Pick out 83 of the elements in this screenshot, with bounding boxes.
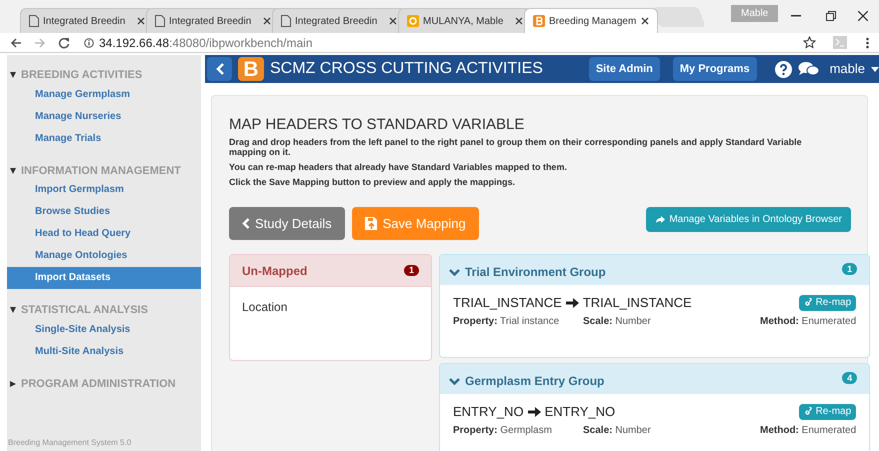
sidebar-link[interactable]: Multi-Site Analysis <box>7 340 201 362</box>
property-text: Scale: Number <box>583 424 652 438</box>
profile-badge[interactable]: Mable <box>731 5 778 22</box>
link-icon <box>804 407 813 416</box>
close-icon[interactable] <box>389 17 397 25</box>
property-text: Method: Enumerated <box>759 314 856 328</box>
sidebar-link[interactable]: Manage Ontologies <box>7 245 201 267</box>
back-icon[interactable] <box>10 36 22 48</box>
arrow-right-icon <box>528 406 541 417</box>
close-icon[interactable] <box>263 17 271 25</box>
share-arrow-icon <box>655 215 666 224</box>
property-text: Property: Trial instance <box>453 314 560 328</box>
close-icon[interactable] <box>641 17 649 25</box>
sidebar-link[interactable]: Manage Germplasm <box>7 84 201 106</box>
page-icon <box>29 15 39 27</box>
study-details-button[interactable]: Study Details <box>229 207 345 240</box>
help-icon[interactable] <box>774 60 792 78</box>
reload-icon[interactable] <box>58 36 70 48</box>
app-title: SCMZ CROSS CUTTING ACTIVITIES <box>270 59 543 79</box>
address-bar[interactable]: 34.192.66.48:48080/ibpworkbench/main <box>82 34 869 52</box>
chat-icon[interactable] <box>798 61 820 77</box>
count-badge: 1 <box>842 263 858 275</box>
menu-icon[interactable] <box>866 36 869 48</box>
group-panel-header[interactable]: Germplasm Entry Group 4 <box>440 364 870 394</box>
panel-title: Un-Mapped <box>242 262 308 280</box>
app-logo-icon <box>533 15 545 27</box>
header-name: ENTRY_NO <box>453 403 524 421</box>
property-text: Method: Enumerated <box>759 424 856 438</box>
section-heading[interactable]: BREEDING ACTIVITIES <box>21 67 142 84</box>
section-heading[interactable]: STATISTICAL ANALYSIS <box>21 302 148 318</box>
count-badge: 4 <box>842 372 858 384</box>
group-title: Trial Environment Group <box>465 264 606 281</box>
sidebar-link[interactable]: Import Datasets <box>7 267 201 289</box>
mail-icon <box>407 15 419 27</box>
close-icon[interactable] <box>515 17 523 25</box>
sidebar-link[interactable]: Single-Site Analysis <box>7 318 201 340</box>
remap-button[interactable]: Re-map <box>798 294 856 311</box>
link-icon <box>804 298 813 308</box>
property-text: Property: Germplasm <box>453 424 553 438</box>
count-badge: 1 <box>404 265 419 276</box>
info-icon <box>84 38 94 48</box>
page-title: MAP HEADERS TO STANDARD VARIABLE <box>229 116 526 134</box>
star-icon[interactable] <box>803 36 816 49</box>
version-text: Breeding Management System 5.0 <box>7 437 132 449</box>
caret-icon[interactable] <box>871 66 879 72</box>
instruction-text: Drag and drop headers from the left panel to the right panel to group them on their corresponding panels and apply Standard Variable mapping on it. <box>229 137 803 157</box>
chevron-left-icon <box>242 218 250 229</box>
restore-icon[interactable] <box>826 11 836 21</box>
url-host: 34.192.66.48 <box>99 36 170 50</box>
page-icon <box>155 15 165 27</box>
save-mapping-button[interactable]: Save Mapping <box>352 207 479 240</box>
section-heading[interactable]: INFORMATION MANAGEMENT <box>21 162 181 179</box>
chevron-left-icon <box>216 63 224 75</box>
page-icon <box>281 15 291 27</box>
variable-name: TRIAL_INSTANCE <box>582 294 692 312</box>
user-menu[interactable]: mable <box>830 59 865 79</box>
save-icon <box>364 217 378 230</box>
group-panel-header[interactable]: Trial Environment Group 1 <box>440 255 870 285</box>
arrow-right-icon <box>566 298 579 308</box>
remap-button[interactable]: Re-map <box>798 404 856 420</box>
header-button[interactable]: My Programs <box>672 57 757 81</box>
header-item[interactable]: Location <box>242 299 419 315</box>
browser-tab[interactable]: Breeding Managem <box>524 8 658 33</box>
manage-variables-button[interactable]: Manage Variables in Ontology Browser <box>646 207 851 232</box>
header-name: TRIAL_INSTANCE <box>453 294 562 312</box>
logo: B <box>238 57 264 81</box>
minimize-icon[interactable] <box>791 15 801 17</box>
section-heading[interactable]: PROGRAM ADMINISTRATION <box>21 376 176 392</box>
instruction-text: Click the Save Mapping button to preview and apply the mappings. <box>229 177 516 187</box>
variable-name: ENTRY_NO <box>544 403 616 421</box>
header-button[interactable]: Site Admin <box>588 57 660 81</box>
url-path: :48080/ibpworkbench/main <box>169 36 313 50</box>
sidebar-link[interactable]: Manage Nurseries <box>7 106 201 128</box>
instruction-text: You can re-map headers that already have Standard Variables mapped to them. <box>229 162 568 172</box>
close-icon[interactable] <box>858 11 868 21</box>
close-icon[interactable] <box>137 17 145 25</box>
property-text: Scale: Number <box>583 314 652 328</box>
sidebar-link[interactable]: Head to Head Query <box>7 223 201 245</box>
sidebar-link[interactable]: Browse Studies <box>7 201 201 223</box>
sidebar-link[interactable]: Manage Trials <box>7 128 201 150</box>
sidebar-link[interactable]: Import Germplasm <box>7 179 201 201</box>
group-title: Germplasm Entry Group <box>465 373 604 390</box>
back-button[interactable] <box>207 57 232 81</box>
